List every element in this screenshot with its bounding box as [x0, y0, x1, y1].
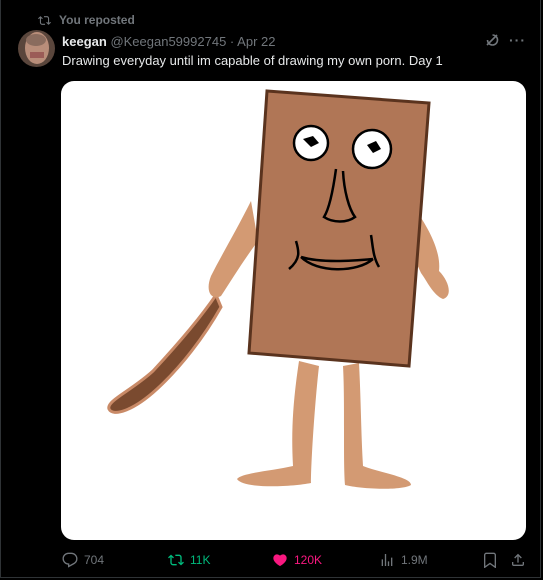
repost-icon	[38, 15, 51, 25]
heart-icon	[273, 554, 287, 567]
views-count: 1.9M	[401, 553, 428, 567]
author-name[interactable]: keegan	[62, 34, 107, 49]
repost-indicator: You reposted	[38, 13, 135, 27]
reply-count: 704	[84, 553, 105, 567]
repost-count: 11K	[190, 553, 211, 567]
reply-button[interactable]: 704	[62, 552, 104, 568]
repost-icon	[168, 554, 184, 566]
tweet-header: keegan @Keegan59992745 · Apr 22	[62, 34, 275, 49]
tweet-actions: 704 11K 120K 1.9M	[62, 552, 532, 572]
views-icon	[381, 554, 393, 566]
reply-icon	[62, 552, 78, 568]
views-button[interactable]: 1.9M	[379, 552, 428, 568]
tweet-media-image[interactable]	[61, 81, 526, 540]
tweet-date[interactable]: Apr 22	[237, 34, 275, 49]
tweet-text: Drawing everyday until im capable of dra…	[62, 53, 443, 68]
share-icon	[512, 553, 524, 566]
bookmark-icon	[484, 552, 496, 568]
dot-separator: ·	[229, 34, 235, 49]
repost-label: You reposted	[59, 13, 135, 27]
share-button[interactable]	[510, 552, 526, 568]
like-button[interactable]: 120K	[272, 552, 322, 568]
bookmark-button[interactable]	[482, 552, 498, 568]
grok-icon[interactable]	[484, 32, 500, 48]
like-count: 120K	[294, 553, 323, 567]
avatar[interactable]	[18, 30, 55, 67]
repost-button[interactable]: 11K	[168, 552, 210, 568]
author-handle[interactable]: @Keegan59992745	[110, 34, 226, 49]
more-icon[interactable]: ···	[509, 32, 526, 48]
